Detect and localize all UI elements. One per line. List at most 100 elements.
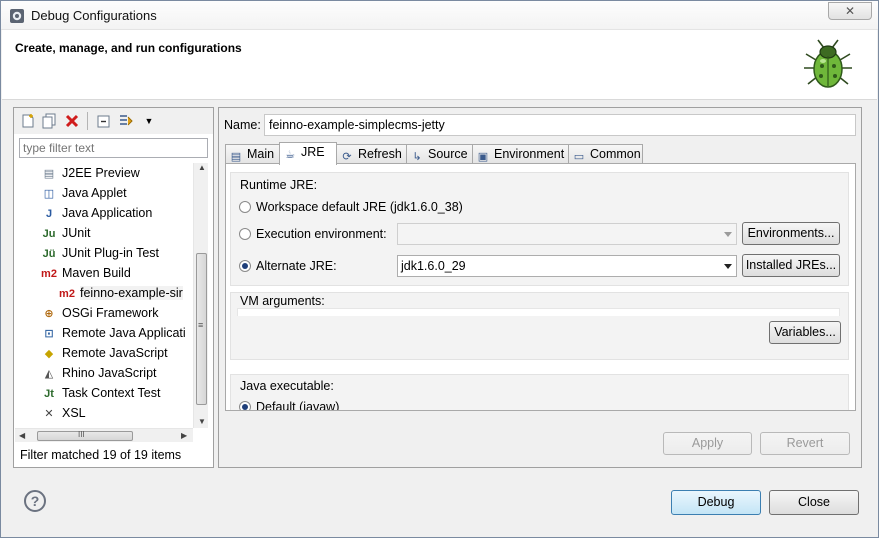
name-field[interactable]: [264, 114, 856, 136]
close-button[interactable]: Close: [769, 490, 859, 515]
dropdown-icon[interactable]: ▼: [141, 113, 157, 129]
java-executable-group: Java executable: Default (javaw): [230, 374, 849, 410]
maven-icon: m2: [41, 267, 57, 280]
installed-jres-button[interactable]: Installed JREs...: [742, 254, 840, 277]
scroll-up-arrow-icon[interactable]: ▲: [198, 163, 206, 172]
maven-icon: m2: [59, 287, 75, 300]
tab-refresh[interactable]: ⟳ Refresh: [336, 144, 407, 164]
tree-item[interactable]: J Java Application: [41, 203, 152, 223]
tree-item-label: JUnit: [62, 226, 91, 240]
collapse-all-icon[interactable]: [96, 113, 112, 129]
configuration-tree: ▤ J2EE Preview ◫ Java Applet J Java Applicati…: [15, 163, 193, 428]
alternate-jre-label: Alternate JRE:: [256, 259, 337, 273]
junit-icon: Ju: [42, 227, 56, 240]
tab-environment[interactable]: ▣ Environment: [472, 144, 569, 164]
tree-item[interactable]: Jü JUnit Plug-in Test: [41, 243, 159, 263]
config-tabs: ▤ Main ☕ JRE ⟳ Refresh ↳ Source ▣ Environment ▭ Com…: [225, 142, 855, 165]
xsl-icon: ✕: [44, 407, 54, 420]
tree-item-label: Task Context Test: [62, 386, 161, 400]
tree-item[interactable]: ◭ Rhino JavaScript: [41, 363, 157, 383]
debug-button[interactable]: Debug: [671, 490, 761, 515]
tree-item-label: J2EE Preview: [62, 166, 140, 180]
applet-icon: ◫: [43, 187, 55, 200]
thumb-grip-icon: ≡: [198, 320, 204, 330]
vm-arguments-title: VM arguments:: [240, 294, 325, 308]
jre-tab-icon: ☕: [285, 149, 295, 161]
debug-app-icon: [10, 9, 24, 23]
tab-source[interactable]: ↳ Source: [406, 144, 473, 164]
alternate-jre-combo[interactable]: jdk1.6.0_29: [397, 255, 737, 277]
tab-label: Refresh: [358, 147, 402, 161]
tab-common[interactable]: ▭ Common: [568, 144, 643, 164]
duplicate-icon[interactable]: [41, 113, 57, 129]
remote-java-icon: ⊡: [44, 327, 54, 340]
tree-item[interactable]: Ju JUnit: [41, 223, 91, 243]
tab-main[interactable]: ▤ Main: [225, 144, 280, 164]
window-close-button[interactable]: ✕: [828, 2, 872, 20]
tree-item-label: JUnit Plug-in Test: [62, 246, 160, 260]
toolbar-separator: [87, 112, 88, 130]
variables-button[interactable]: Variables...: [769, 321, 841, 344]
tree-item[interactable]: ▤ J2EE Preview: [41, 163, 140, 183]
radio-button-icon[interactable]: [239, 201, 251, 213]
tree-item[interactable]: m2 Maven Build: [41, 263, 131, 283]
tab-label: Common: [590, 147, 641, 161]
delete-icon[interactable]: [64, 113, 80, 129]
tree-item-label: feinno-example-sir: [80, 286, 183, 300]
tree-item[interactable]: ✕ XSL: [41, 403, 86, 423]
revert-button[interactable]: Revert: [760, 432, 850, 455]
title-bar: Debug Configurations ✕: [1, 1, 878, 30]
banner-title: Create, manage, and run configurations: [15, 41, 242, 55]
tab-jre[interactable]: ☕ JRE: [279, 142, 337, 165]
workspace-default-radio[interactable]: Workspace default JRE (jdk1.6.0_38): [239, 200, 463, 214]
configuration-tree-panel: ▼ ▤ J2EE Preview ◫ Java Applet J Java Applica…: [13, 107, 214, 468]
filter-status-text: Filter matched 19 of 19 items: [20, 448, 182, 462]
workspace-default-label: Workspace default JRE (jdk1.6.0_38): [256, 200, 463, 214]
tree-item[interactable]: ◫ Java Applet: [41, 183, 127, 203]
tree-item-label: OSGi Framework: [62, 306, 159, 320]
alternate-jre-radio[interactable]: Alternate JRE:: [239, 259, 337, 273]
tab-label: JRE: [301, 145, 325, 159]
execution-environment-radio[interactable]: Execution environment:: [239, 227, 387, 241]
scroll-right-arrow-icon[interactable]: ▶: [181, 431, 187, 440]
thumb-grip-icon: III: [78, 430, 85, 439]
name-label: Name:: [224, 118, 261, 132]
tree-item[interactable]: ⊕ OSGi Framework: [41, 303, 159, 323]
j2ee-icon: ▤: [43, 167, 55, 180]
vm-arguments-textarea[interactable]: [237, 308, 840, 316]
header-banner: Create, manage, and run configurations: [2, 30, 877, 100]
jre-tab-content: Runtime JRE: Workspace default JRE (jdk1…: [225, 163, 856, 411]
tree-item[interactable]: Jt Task Context Test: [41, 383, 160, 403]
new-config-icon[interactable]: [20, 113, 36, 129]
osgi-icon: ⊕: [44, 307, 54, 320]
radio-button-icon[interactable]: [239, 228, 251, 240]
tab-label: Main: [247, 147, 275, 161]
runtime-jre-group: Runtime JRE: Workspace default JRE (jdk1…: [230, 172, 849, 286]
tree-item[interactable]: ◆ Remote JavaScript: [41, 343, 168, 363]
scroll-left-arrow-icon[interactable]: ◀: [19, 431, 25, 440]
tree-item-label: XSL: [62, 406, 86, 420]
radio-button-selected-icon[interactable]: [239, 260, 251, 272]
tree-item[interactable]: m2 feinno-example-sir: [59, 283, 183, 303]
configuration-editor-panel: Name: ▤Main ☕ JRE ⟳Refresh↳Source▣Environme…: [218, 107, 862, 468]
tree-item-label: Remote Java Applicati: [62, 326, 186, 340]
debug-configurations-dialog: Debug Configurations ✕ Create, manage, a…: [0, 0, 879, 538]
filter-input[interactable]: [19, 138, 208, 158]
tree-vertical-scrollbar[interactable]: ▲ ≡ ▼: [193, 163, 208, 428]
scroll-down-arrow-icon[interactable]: ▼: [198, 417, 206, 426]
apply-button[interactable]: Apply: [663, 432, 752, 455]
environments-button[interactable]: Environments...: [742, 222, 840, 245]
vertical-scroll-thumb[interactable]: ≡: [196, 253, 207, 405]
default-javaw-radio[interactable]: Default (javaw): [239, 400, 339, 410]
help-icon[interactable]: ?: [24, 490, 46, 512]
horizontal-scroll-thumb[interactable]: III: [37, 430, 133, 441]
junit-plugin-icon: Jü: [42, 247, 56, 260]
runtime-jre-title: Runtime JRE:: [240, 178, 318, 192]
tree-item[interactable]: ⊡ Remote Java Applicati: [41, 323, 186, 343]
radio-button-selected-icon[interactable]: [239, 401, 251, 410]
filter-icon[interactable]: [118, 113, 134, 129]
execution-environment-combo[interactable]: [397, 223, 737, 245]
java-app-icon: J: [45, 207, 53, 220]
tree-item-label: Maven Build: [62, 266, 131, 280]
tree-horizontal-scrollbar[interactable]: ◀ III ▶: [15, 428, 193, 442]
